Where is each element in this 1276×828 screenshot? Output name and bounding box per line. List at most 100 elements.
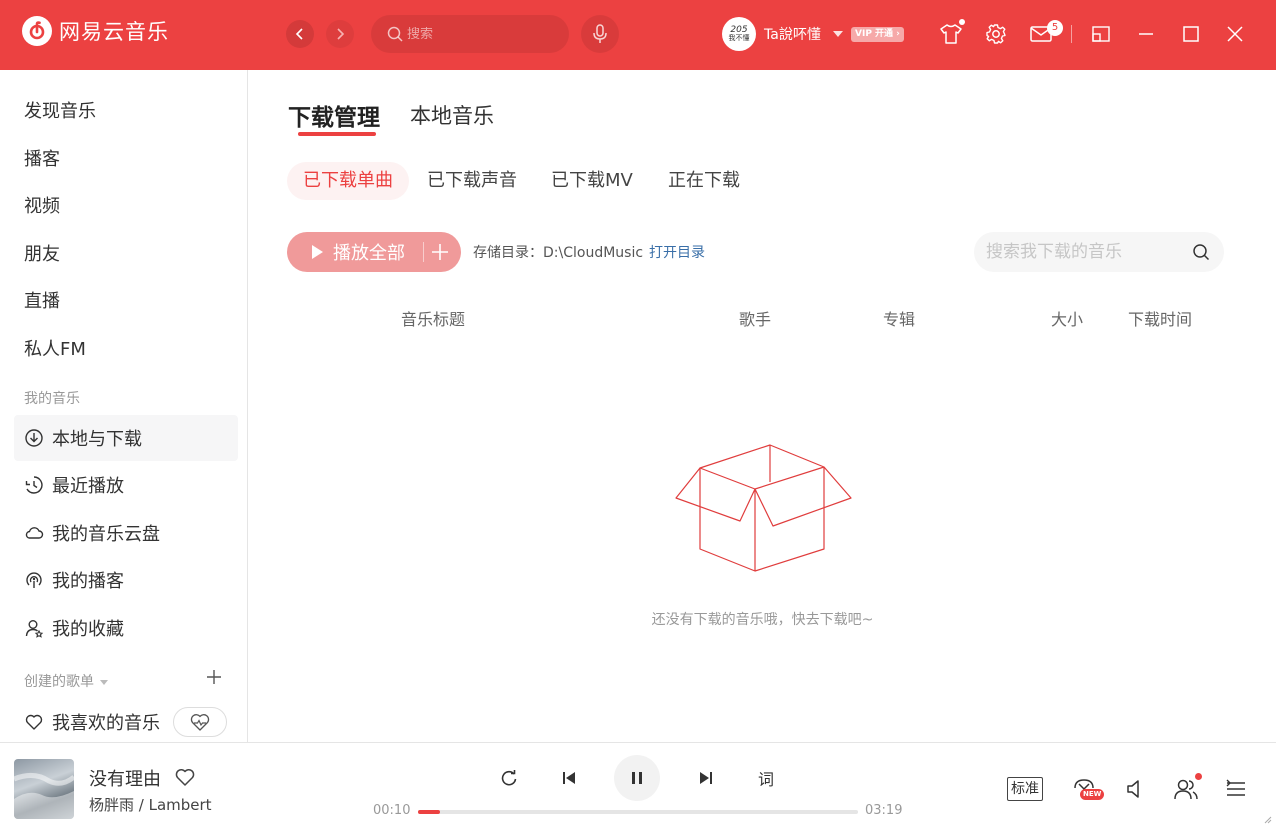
maximize-icon [1183,26,1199,42]
subtab-downloading[interactable]: 正在下载 [652,162,756,200]
global-search[interactable] [371,15,569,53]
loop-mode-button[interactable] [498,767,520,789]
chevron-left-icon [295,28,303,40]
open-directory-link[interactable]: 打开目录 [649,245,705,261]
play-all-button[interactable]: 播放全部 [287,232,461,272]
play-all-divider [423,242,424,262]
sidebar-item-my-podcast[interactable]: 我的播客 [14,557,238,603]
tab-local-music[interactable]: 本地音乐 [410,100,494,130]
sidebar-item-live[interactable]: 直播 [24,287,60,313]
add-playlist-icon[interactable] [205,668,223,686]
total-time: 03:19 [865,803,903,818]
new-tag-badge: NEW [1080,789,1105,800]
sidebar-item-video[interactable]: 视频 [24,192,60,218]
storage-label: 存储目录： [473,245,543,261]
progress-bar[interactable] [418,810,858,814]
album-cover[interactable] [14,759,74,819]
username[interactable]: Ta說吥懂 [764,24,821,44]
sidebar-item-label: 我的收藏 [52,619,124,640]
sidebar-item-podcast[interactable]: 播客 [24,145,60,171]
minimize-button[interactable] [1133,21,1159,47]
search-icon [387,26,403,42]
song-title[interactable]: 没有理由 [89,765,161,791]
recent-clock-icon [24,475,44,495]
voice-search-button[interactable] [581,15,619,53]
storage-path: D:\CloudMusic [543,245,644,261]
volume-button[interactable] [1124,777,1146,801]
vip-badge[interactable]: VIP 开通 › [851,27,904,42]
collect-user-icon [24,618,44,638]
sidebar-item-discover[interactable]: 发现音乐 [24,97,96,123]
column-album[interactable]: 专辑 [883,306,915,330]
tshirt-icon [940,24,962,44]
avatar-text-top: 205 [730,25,748,35]
avatar[interactable]: 205 我不懂 [722,17,756,51]
close-button[interactable] [1222,21,1248,47]
skip-next-icon [700,772,712,784]
back-button[interactable] [286,20,314,48]
skin-button[interactable] [938,21,964,47]
skin-notice-dot [959,19,965,25]
sound-quality-button[interactable]: 标准 [1007,777,1043,801]
search-icon[interactable] [1192,243,1210,261]
subtab-downloaded-mv[interactable]: 已下载MV [535,162,649,200]
sidebar-item-cloud[interactable]: 我的音乐云盘 [14,510,238,556]
album-art-image [14,773,74,819]
sidebar-item-label: 我的音乐云盘 [52,524,160,545]
song-artist[interactable]: 杨胖雨 / Lambert [89,794,212,815]
next-button[interactable] [695,767,717,789]
mini-player-icon [1092,26,1110,42]
column-artist[interactable]: 歌手 [739,306,771,330]
local-search-input[interactable] [986,242,1186,262]
cloud-icon [24,523,44,543]
resize-grip-icon[interactable] [1262,814,1272,824]
sidebar-item-collection[interactable]: 我的收藏 [14,605,238,651]
search-input[interactable] [407,26,557,42]
forward-button[interactable] [326,20,354,48]
download-icon [24,428,44,448]
empty-box-icon [675,444,852,572]
subtab-downloaded-audio[interactable]: 已下载声音 [411,162,533,200]
mini-mode-button[interactable] [1088,21,1114,47]
sidebar-item-label: 我的播客 [52,571,124,592]
pause-button[interactable] [614,755,660,801]
like-heart-icon[interactable] [173,765,197,789]
play-icon [312,245,323,259]
gear-icon [986,24,1006,44]
tab-download-management[interactable]: 下载管理 [288,98,380,132]
lyrics-button[interactable]: 词 [755,767,777,789]
created-playlists-label: 创建的歌单 [24,674,94,690]
local-search[interactable] [974,232,1224,272]
progress-fill [418,810,440,814]
column-title[interactable]: 音乐标题 [401,306,465,330]
close-icon [1227,26,1243,42]
user-dropdown-caret-icon[interactable] [833,31,843,37]
my-music-heading: 我的音乐 [24,391,80,407]
sidebar-item-friends[interactable]: 朋友 [24,240,60,266]
header-divider [1071,25,1072,43]
previous-button[interactable] [558,767,580,789]
main-panel: 下载管理 本地音乐 已下载单曲 已下载声音 已下载MV 正在下载 播放全部 存储… [249,70,1276,742]
sidebar-item-recent[interactable]: 最近播放 [14,462,238,508]
heartbeat-mode-button[interactable] [173,707,227,737]
column-size[interactable]: 大小 [1051,306,1083,330]
maximize-button[interactable] [1178,21,1204,47]
play-all-label: 播放全部 [333,243,405,264]
sidebar-item-fm[interactable]: 私人FM [24,335,86,361]
playlist-button[interactable] [1224,777,1248,801]
podcast-icon [24,570,44,590]
volume-icon [1127,780,1139,798]
microphone-icon [593,24,607,43]
column-download-time[interactable]: 下载时间 [1128,306,1192,330]
settings-button[interactable] [983,21,1009,47]
mail-count-badge: 5 [1047,20,1063,36]
sidebar-item-local-download[interactable]: 本地与下载 [14,415,238,461]
notice-dot [1195,773,1202,780]
heartbeat-icon [190,714,210,731]
subtab-downloaded-songs[interactable]: 已下载单曲 [287,162,409,200]
created-playlists-heading[interactable]: 创建的歌单 [24,671,108,691]
app-logo[interactable]: 网易云音乐 [22,16,169,46]
sidebar-item-label: 本地与下载 [52,429,142,450]
pause-icon [632,772,642,784]
add-all-icon[interactable] [429,241,451,263]
